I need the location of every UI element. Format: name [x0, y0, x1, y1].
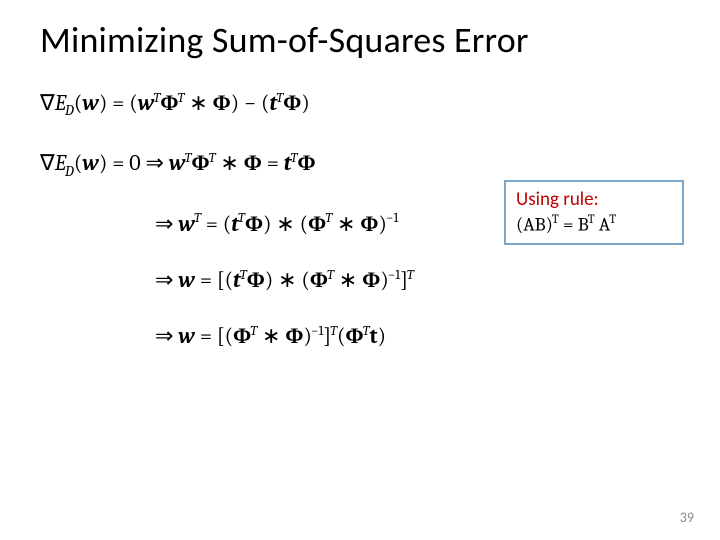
math-text: T: [407, 268, 414, 284]
math-text: ∇: [40, 90, 55, 116]
math-text: T: [363, 324, 370, 340]
math-text: w: [178, 267, 195, 293]
math-text: ⇒: [155, 211, 178, 237]
math-text: Φ: [247, 267, 265, 293]
math-text: −1: [386, 211, 398, 227]
math-text: ∗: [257, 323, 285, 349]
slide: Minimizing Sum-of-Squares Error ∇ED(w) =…: [0, 0, 720, 540]
math-text: ): [378, 323, 386, 349]
math-text: ∗: [334, 267, 362, 293]
math-text: Φ: [297, 150, 315, 176]
page-number: 39: [680, 509, 694, 526]
math-text: T: [238, 211, 245, 227]
math-text: (: [74, 90, 82, 116]
math-text: Φ: [308, 211, 326, 237]
math-text: ∇: [40, 150, 55, 176]
math-text: D: [65, 163, 74, 181]
math-text: ): [301, 90, 309, 116]
math-text: w: [178, 211, 195, 237]
math-text: = [(: [195, 323, 233, 349]
math-text: Φ: [245, 211, 263, 237]
math-text: −1: [388, 268, 400, 284]
math-text: ) = (: [99, 90, 138, 116]
math-text: T: [240, 268, 247, 284]
math-text: T: [327, 268, 334, 284]
math-text: Φ: [283, 90, 301, 116]
math-text: =: [262, 150, 284, 176]
math-text: T: [194, 211, 201, 227]
aside-box: Using rule: (AB)T = BT AT: [504, 180, 684, 245]
math-text: −1: [311, 324, 323, 340]
math-text: T: [330, 324, 337, 340]
math-text: T: [609, 213, 616, 227]
aside-rule: (AB)T = BT AT: [516, 213, 672, 235]
math-text: ∗: [184, 90, 212, 116]
math-text: Φ: [360, 211, 378, 237]
math-text: Φ: [244, 150, 262, 176]
slide-title: Minimizing Sum-of-Squares Error: [40, 18, 680, 62]
math-text: =: [559, 213, 578, 235]
math-text: ∗: [215, 150, 243, 176]
math-text: w: [169, 150, 186, 176]
math-text: ⇒: [155, 267, 178, 293]
equation-w-final: ⇒ w = [(ΦT ∗ Φ)−1]T(ΦTt): [155, 323, 680, 349]
math-text: Φ: [233, 323, 251, 349]
aside-label: Using rule:: [516, 188, 672, 211]
math-text: T: [588, 213, 595, 227]
math-text: w: [138, 90, 155, 116]
math-text: Φ: [213, 90, 231, 116]
math-text: ) − (: [231, 90, 270, 116]
math-text: (: [74, 150, 82, 176]
math-text: w: [82, 90, 99, 116]
math-text: D: [65, 102, 74, 120]
math-text: Φ: [345, 323, 363, 349]
math-text: ) ∗ (: [265, 267, 310, 293]
aside-transpose-rule: Using rule: (AB)T = BT AT: [504, 180, 684, 245]
math-text: = (: [201, 211, 231, 237]
math-text: t: [370, 323, 378, 349]
math-text: = [(: [195, 267, 233, 293]
math-text: ) = 0 ⇒: [99, 150, 169, 176]
equation-w-transpose: ⇒ w = [(t TΦ) ∗ (ΦT ∗ Φ)−1]T: [155, 267, 680, 293]
math-text: ) ∗ (: [263, 211, 308, 237]
math-text: Φ: [362, 267, 380, 293]
math-text: ⇒: [155, 323, 178, 349]
math-text: AB: [523, 213, 545, 235]
math-text: Φ: [191, 150, 209, 176]
math-text: w: [178, 323, 195, 349]
equation-set-zero: ∇ED(w) = 0 ⇒ wTΦT ∗ Φ = t TΦ: [40, 150, 680, 180]
math-text: Φ: [310, 267, 328, 293]
math-text: w: [82, 150, 99, 176]
equation-gradient: ∇ED(w) = (wTΦT ∗ Φ) − (t TΦ): [40, 90, 680, 120]
math-text: ∗: [332, 211, 360, 237]
math-text: Φ: [160, 90, 178, 116]
math-text: T: [552, 213, 559, 227]
math-text: Φ: [285, 323, 303, 349]
